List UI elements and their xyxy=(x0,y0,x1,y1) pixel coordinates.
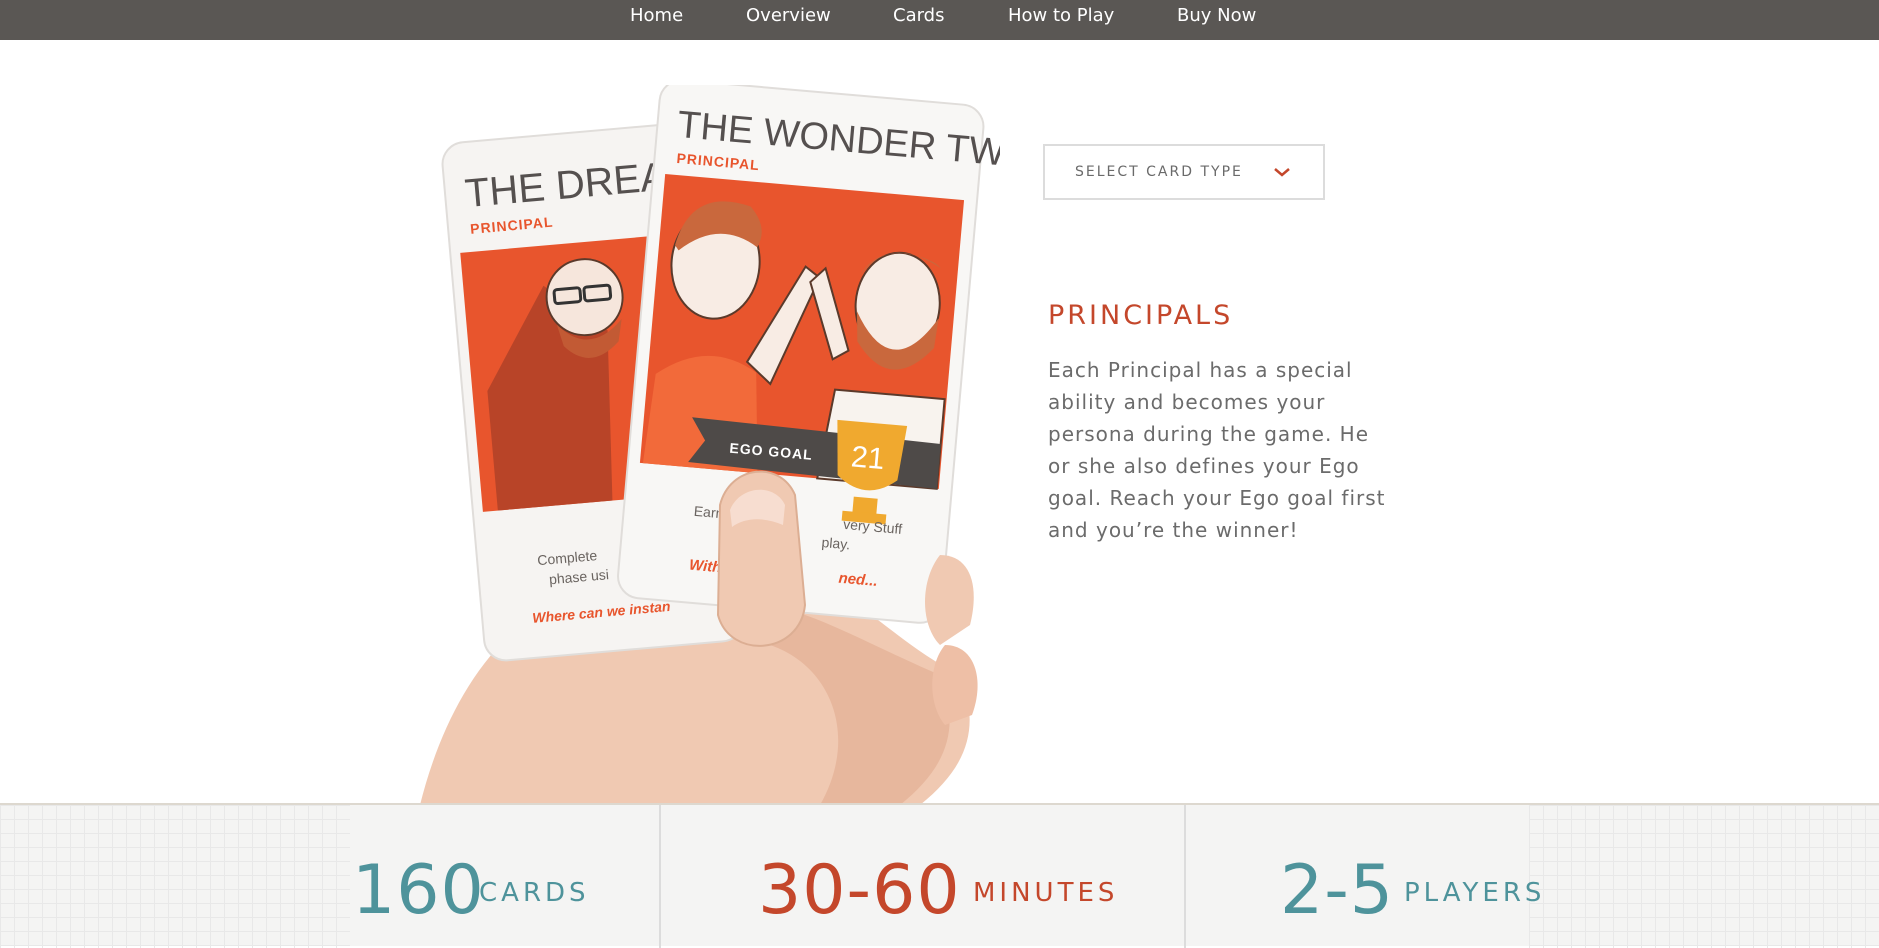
section-description: Each Principal has a special ability and… xyxy=(1048,358,1386,542)
chevron-down-icon xyxy=(1274,168,1290,177)
section-title: PRINCIPALS xyxy=(1048,300,1234,331)
stats-bar: 160 CARDS 30-60 MINUTES 2-5 PLAYERS xyxy=(0,803,1879,948)
nav-how-to-play[interactable]: How to Play xyxy=(1008,0,1114,40)
card-type-select-label: SELECT CARD TYPE xyxy=(1075,164,1243,180)
front-card-flavor-b: ned... xyxy=(838,570,879,590)
stat-minutes-label: MINUTES xyxy=(973,878,1119,908)
nav-cards[interactable]: Cards xyxy=(893,0,945,40)
stat-cards-value: 160 xyxy=(352,851,485,930)
nav-overview[interactable]: Overview xyxy=(746,0,831,40)
front-card: THE WONDER TWINS PRINCIPAL EGO GOAL 21 E… xyxy=(617,85,1000,624)
stat-minutes-value: 30-60 xyxy=(758,851,961,930)
front-card-ego-value: 21 xyxy=(850,440,886,476)
stat-players-label: PLAYERS xyxy=(1404,878,1546,908)
grid-pattern-left xyxy=(0,805,350,948)
nav-home[interactable]: Home xyxy=(630,0,683,40)
top-nav: Home Overview Cards How to Play Buy Now xyxy=(0,0,1879,40)
stats-divider xyxy=(1184,805,1186,948)
stat-players-value: 2-5 xyxy=(1280,851,1395,930)
nav-buy-now[interactable]: Buy Now xyxy=(1177,0,1256,40)
front-card-text-2b: play. xyxy=(821,534,851,552)
hand-holding-cards-image: THE DREAMER PRINCIPAL Complete phase usi… xyxy=(420,85,1000,805)
stat-cards-label: CARDS xyxy=(479,878,590,908)
card-type-select[interactable]: SELECT CARD TYPE xyxy=(1043,144,1325,200)
grid-pattern-right xyxy=(1529,805,1879,948)
stats-divider xyxy=(659,805,661,948)
